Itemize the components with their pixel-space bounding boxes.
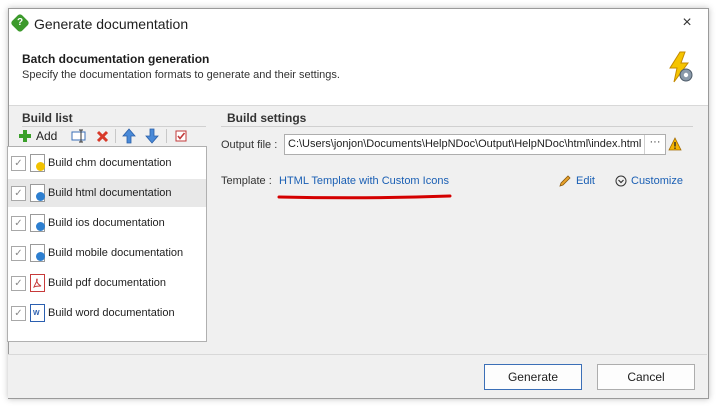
pencil-icon	[559, 175, 571, 187]
generate-button[interactable]: Generate	[484, 364, 582, 390]
close-button[interactable]: ×	[678, 14, 696, 32]
template-link[interactable]: HTML Template with Custom Icons	[279, 175, 449, 187]
build-item-label: Build pdf documentation	[48, 277, 167, 289]
pdf-file-icon	[30, 274, 45, 292]
build-item-pdf[interactable]: ✓ Build pdf documentation	[8, 269, 206, 297]
rename-icon	[71, 129, 86, 143]
check-all-icon	[175, 130, 187, 142]
browse-button[interactable]: ···	[644, 135, 665, 154]
build-list: ✓ Build chm documentation ✓ Build html d…	[7, 146, 207, 342]
build-settings-title: Build settings	[227, 111, 307, 125]
header-description: Specify the documentation formats to gen…	[22, 69, 340, 81]
build-item-checkbox[interactable]: ✓	[11, 276, 26, 291]
check-all-button[interactable]	[175, 126, 187, 146]
window-title: Generate documentation	[34, 16, 189, 32]
edit-template-button[interactable]: Edit	[558, 174, 595, 188]
build-item-word[interactable]: ✓ W Build word documentation	[8, 299, 206, 327]
build-item-checkbox[interactable]: ✓	[11, 306, 26, 321]
toolbar-separator	[115, 129, 116, 143]
build-item-label: Build chm documentation	[48, 157, 172, 169]
arrow-down-icon	[145, 128, 159, 144]
customize-label: Customize	[631, 175, 683, 187]
build-item-label: Build word documentation	[48, 307, 175, 319]
customize-template-button[interactable]: Customize	[615, 175, 683, 187]
cancel-button[interactable]: Cancel	[597, 364, 695, 390]
output-file-value: C:\Users\jonjon\Documents\HelpNDoc\Outpu…	[288, 138, 642, 150]
build-item-ios[interactable]: ✓ Build ios documentation	[8, 209, 206, 237]
warning-icon	[668, 137, 682, 151]
output-file-label: Output file :	[221, 139, 278, 151]
add-label: Add	[36, 129, 58, 143]
build-item-label: Build mobile documentation	[48, 247, 184, 259]
build-item-checkbox[interactable]: ✓	[11, 156, 26, 171]
delete-button[interactable]	[96, 126, 109, 146]
rename-button[interactable]	[71, 126, 89, 146]
title-bar: ? Generate documentation ×	[9, 9, 708, 39]
build-item-chm[interactable]: ✓ Build chm documentation	[8, 149, 206, 177]
move-down-button[interactable]	[145, 126, 159, 146]
helpndoc-app-icon: ?	[10, 13, 30, 33]
add-button[interactable]: Add	[18, 126, 57, 146]
header-title: Batch documentation generation	[22, 52, 210, 66]
dialog-header: Batch documentation generation Specify t…	[9, 39, 708, 106]
edit-label: Edit	[576, 175, 595, 187]
chevron-down-circle-icon	[615, 175, 627, 187]
lightning-gear-icon	[669, 51, 693, 83]
build-item-checkbox[interactable]: ✓	[11, 246, 26, 261]
build-item-html[interactable]: ✓ Build html documentation	[8, 179, 206, 207]
build-item-mobile[interactable]: ✓ Build mobile documentation	[8, 239, 206, 267]
toolbar-separator	[166, 129, 167, 143]
build-item-label: Build ios documentation	[48, 217, 165, 229]
ios-file-icon	[30, 214, 45, 232]
dialog-footer: Generate Cancel	[8, 354, 707, 398]
move-up-button[interactable]	[122, 126, 136, 146]
word-file-icon: W	[30, 304, 45, 322]
mobile-file-icon	[30, 244, 45, 262]
plus-icon	[19, 130, 31, 142]
build-item-label: Build html documentation	[48, 187, 172, 199]
build-item-checkbox[interactable]: ✓	[11, 216, 26, 231]
build-list-title: Build list	[22, 111, 73, 125]
delete-x-icon	[96, 130, 109, 142]
template-label: Template :	[221, 175, 272, 187]
output-file-field[interactable]: C:\Users\jonjon\Documents\HelpNDoc\Outpu…	[284, 134, 666, 155]
build-settings-divider	[221, 126, 693, 127]
html-file-icon	[30, 184, 45, 202]
chm-file-icon	[30, 154, 45, 172]
arrow-up-icon	[122, 128, 136, 144]
build-item-checkbox[interactable]: ✓	[11, 186, 26, 201]
build-list-toolbar: Add	[9, 126, 205, 146]
red-highlight-underline	[277, 194, 452, 200]
